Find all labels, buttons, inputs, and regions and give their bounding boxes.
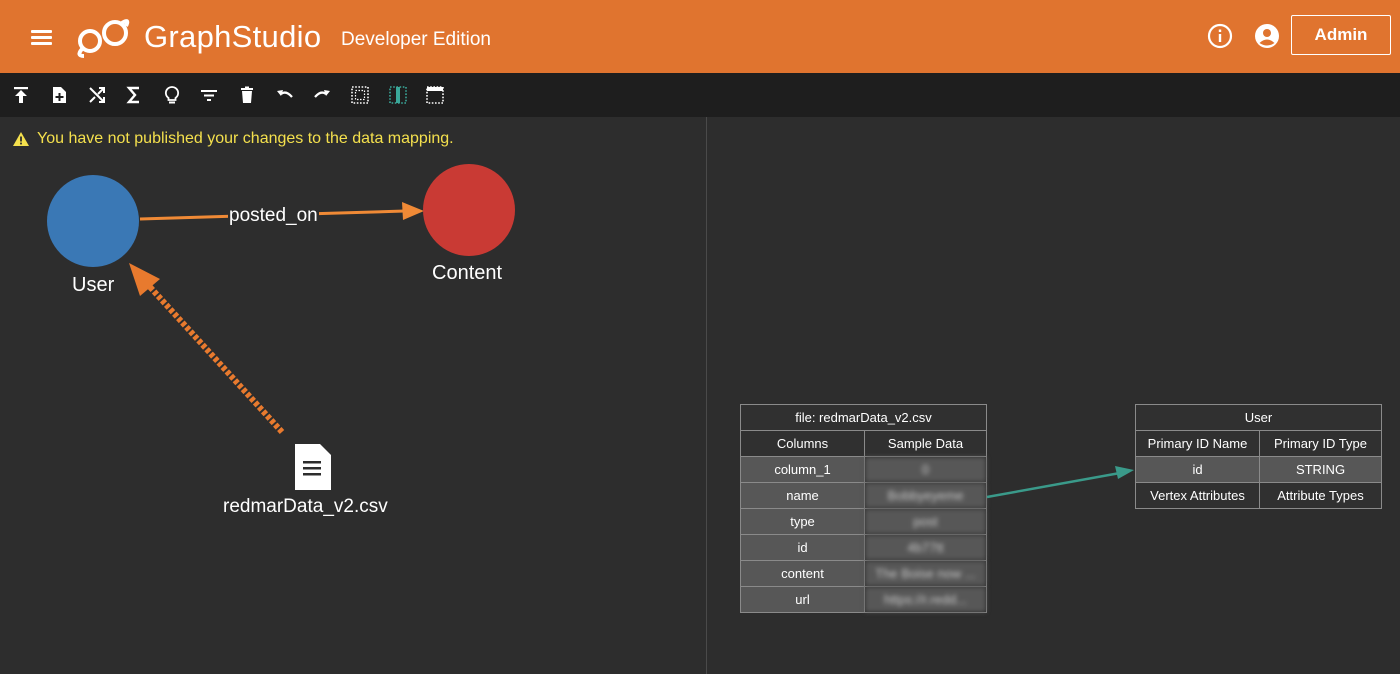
hamburger-menu-icon[interactable]: [28, 24, 56, 50]
file-sample-value: Bobbyeyeme: [864, 482, 987, 509]
file-sample-value: 0: [864, 456, 987, 483]
file-mapping-edge[interactable]: [147, 284, 285, 435]
primary-id-type-cell: STRING: [1259, 456, 1382, 483]
filter-icon[interactable]: [199, 85, 219, 105]
undo-icon[interactable]: [275, 85, 295, 105]
shuffle-icon[interactable]: [87, 85, 107, 105]
user-vertex-label: User: [72, 274, 115, 296]
delete-icon[interactable]: [237, 85, 257, 105]
primary-id-name-cell[interactable]: id: [1135, 456, 1260, 483]
primary-id-name-header: Primary ID Name: [1135, 430, 1260, 457]
content-vertex-label: Content: [432, 262, 503, 284]
select-column-icon[interactable]: [388, 85, 408, 105]
file-column-name[interactable]: column_1: [740, 456, 865, 483]
brand-part-2: Studio: [231, 19, 322, 54]
add-file-icon[interactable]: [49, 85, 69, 105]
file-column-name[interactable]: url: [740, 586, 865, 613]
vertex-attribute-table: User Primary ID Name Primary ID Type id …: [1135, 404, 1382, 509]
file-label: redmarData_v2.csv: [223, 496, 388, 517]
file-column-name[interactable]: content: [740, 560, 865, 587]
posted-on-label: posted_on: [228, 205, 319, 227]
sample-data-header: Sample Data: [864, 430, 987, 457]
vertex-attributes-header: Vertex Attributes: [1135, 482, 1260, 509]
panel-divider[interactable]: [706, 117, 707, 674]
file-table-title: file: redmarData_v2.csv: [740, 404, 987, 431]
file-column-name[interactable]: id: [740, 534, 865, 561]
account-icon[interactable]: [1254, 23, 1280, 49]
info-icon[interactable]: [1207, 23, 1233, 49]
admin-button[interactable]: Admin: [1291, 15, 1391, 55]
graphstudio-logo-icon: [77, 19, 130, 58]
toolbar: [0, 73, 1400, 117]
primary-id-type-header: Primary ID Type: [1259, 430, 1382, 457]
brand-part-1: Graph: [144, 19, 232, 54]
columns-header: Columns: [740, 430, 865, 457]
user-vertex[interactable]: [47, 175, 139, 267]
publish-icon[interactable]: [11, 85, 31, 105]
file-column-name[interactable]: name: [740, 482, 865, 509]
attribute-mapping-arrow[interactable]: [986, 460, 1136, 505]
content-vertex[interactable]: [423, 164, 515, 256]
file-sample-value: post: [864, 508, 987, 535]
vertex-table-title: User: [1135, 404, 1382, 431]
posted-on-arrowhead: [402, 202, 424, 220]
select-row-icon[interactable]: [425, 85, 445, 105]
edition-label: Developer Edition: [341, 29, 491, 50]
file-column-name[interactable]: type: [740, 508, 865, 535]
brand-name: GraphStudio: [144, 19, 321, 55]
file-sample-value: 4b77tt: [864, 534, 987, 561]
lightbulb-icon[interactable]: [162, 85, 182, 105]
select-grid-icon[interactable]: [350, 85, 370, 105]
attribute-types-header: Attribute Types: [1259, 482, 1382, 509]
graph-canvas: [47, 164, 515, 490]
file-column-table: file: redmarData_v2.csv Columns Sample D…: [740, 404, 987, 613]
file-sample-value: https://r.redd...: [864, 586, 987, 613]
file-sample-value: The Boise now ...: [864, 560, 987, 587]
sigma-icon[interactable]: [124, 85, 144, 105]
app-header: GraphStudio Developer Edition Admin: [0, 0, 1400, 73]
csv-file-icon[interactable]: [295, 444, 331, 490]
redo-icon[interactable]: [312, 85, 332, 105]
